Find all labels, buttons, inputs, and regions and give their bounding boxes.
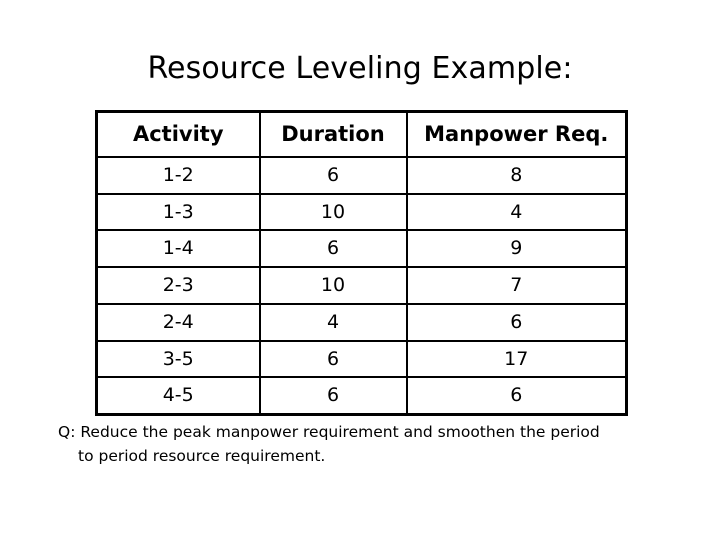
cell-duration: 6: [258, 376, 408, 416]
cell-activity: 1-4: [95, 229, 261, 269]
table-row: 1-3 10 4: [95, 192, 628, 232]
cell-manpower: 7: [405, 266, 628, 305]
cell-activity: 4-5: [95, 376, 261, 416]
cell-activity: 1-2: [95, 156, 261, 195]
table-row: 1-2 6 8: [95, 156, 628, 195]
cell-activity: 2-3: [95, 266, 261, 305]
column-header-manpower: Manpower Req.: [405, 110, 628, 158]
slide-canvas: Resource Leveling Example: Activity Dura…: [0, 0, 720, 540]
table-header-row: Activity Duration Manpower Req.: [95, 110, 628, 158]
cell-manpower: 6: [405, 376, 628, 416]
cell-manpower: 4: [405, 192, 628, 232]
column-header-activity: Activity: [95, 110, 261, 158]
resource-table-container: Activity Duration Manpower Req. 1-2 6 8 …: [95, 110, 628, 416]
cell-duration: 6: [258, 229, 408, 269]
cell-manpower: 9: [405, 229, 628, 269]
cell-manpower: 6: [405, 302, 628, 342]
cell-activity: 3-5: [95, 339, 261, 379]
column-header-duration: Duration: [258, 110, 408, 158]
cell-activity: 1-3: [95, 192, 261, 232]
table-row: 2-4 4 6: [95, 302, 628, 342]
cell-activity: 2-4: [95, 302, 261, 342]
table-body: 1-2 6 8 1-3 10 4 1-4 6 9 2-3 10 7 2-4 4 …: [95, 156, 628, 416]
table-row: 2-3 10 7: [95, 266, 628, 305]
cell-duration: 10: [258, 266, 408, 305]
table-row: 4-5 6 6: [95, 376, 628, 416]
cell-duration: 10: [258, 192, 408, 232]
table-row: 3-5 6 17: [95, 339, 628, 379]
caption-line-2: to period resource requirement.: [78, 447, 326, 465]
question-caption: Q: Reduce the peak manpower requirement …: [58, 420, 658, 468]
caption-line-1: Q: Reduce the peak manpower requirement …: [58, 423, 600, 441]
cell-duration: 4: [258, 302, 408, 342]
cell-manpower: 17: [405, 339, 628, 379]
resource-table: Activity Duration Manpower Req. 1-2 6 8 …: [95, 110, 628, 416]
cell-manpower: 8: [405, 156, 628, 195]
table-row: 1-4 6 9: [95, 229, 628, 269]
cell-duration: 6: [258, 156, 408, 195]
cell-duration: 6: [258, 339, 408, 379]
page-title: Resource Leveling Example:: [147, 51, 573, 86]
table-header: Activity Duration Manpower Req.: [95, 110, 628, 158]
